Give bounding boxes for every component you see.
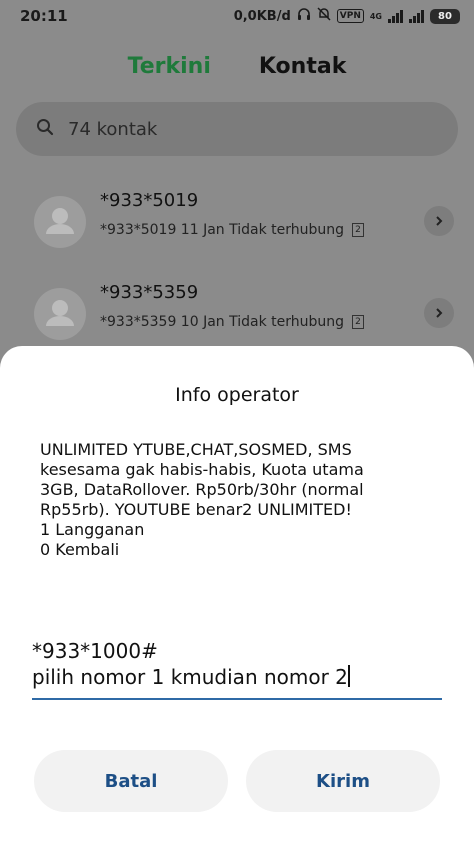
- avatar: [34, 196, 86, 248]
- contact-name: *933*5359: [100, 282, 199, 303]
- contact-detail-button[interactable]: [424, 298, 454, 328]
- contact-detail-text: *933*5359 10 Jan Tidak terhubung: [100, 314, 345, 330]
- network-type: 4G: [369, 11, 382, 21]
- vpn-icon: VPN: [336, 9, 364, 23]
- avatar: [34, 288, 86, 340]
- operator-info-dialog: Info operator UNLIMITED YTUBE,CHAT,SOSME…: [0, 346, 474, 842]
- signal-2-icon: [409, 9, 424, 23]
- message-line: 0 Kembali: [40, 540, 120, 559]
- headset-icon: [297, 7, 311, 25]
- contact-name: *933*5019: [100, 190, 199, 211]
- dialog-message: UNLIMITED YTUBE,CHAT,SOSMED, SMS kesesam…: [40, 440, 440, 560]
- dialog-title: Info operator: [175, 384, 299, 406]
- message-line: Rp55rb). YOUTUBE benar2 UNLIMITED!: [40, 500, 352, 519]
- contact-detail-button[interactable]: [424, 206, 454, 236]
- person-icon: [46, 300, 74, 326]
- cancel-button[interactable]: Batal: [34, 750, 228, 812]
- text-cursor: [347, 665, 350, 687]
- chevron-right-icon: [436, 216, 443, 226]
- chevron-right-icon: [436, 308, 443, 318]
- contact-detail: *933*5019 11 Jan Tidak terhubung 2: [100, 222, 365, 238]
- search-bar[interactable]: 74 kontak: [16, 102, 458, 156]
- status-bar: 20:11 0,0KB/d VPN 4G 80: [0, 0, 474, 32]
- sim-badge: 2: [352, 223, 365, 237]
- search-input[interactable]: 74 kontak: [68, 119, 157, 140]
- tab-bar: Terkini Kontak: [0, 54, 474, 84]
- contact-detail-text: *933*5019 11 Jan Tidak terhubung: [100, 222, 345, 238]
- battery-icon: 80: [430, 8, 460, 24]
- tab-recent[interactable]: Terkini: [128, 54, 211, 84]
- message-line: 1 Langganan: [40, 520, 145, 539]
- contact-detail: *933*5359 10 Jan Tidak terhubung 2: [100, 314, 365, 330]
- signal-icon: [388, 9, 403, 23]
- message-line: 3GB, DataRollover. Rp50rb/30hr (normal: [40, 480, 364, 499]
- reply-input[interactable]: *933*1000# pilih nomor 1 kmudian nomor 2: [32, 638, 442, 700]
- send-button[interactable]: Kirim: [246, 750, 440, 812]
- search-icon: [36, 118, 54, 140]
- person-icon: [46, 208, 74, 234]
- data-rate: 0,0KB/d: [233, 8, 291, 24]
- input-line-1: *933*1000#: [32, 639, 158, 663]
- sim-badge: 2: [352, 315, 365, 329]
- status-time: 20:11: [20, 7, 68, 25]
- mute-bell-icon: [317, 7, 331, 25]
- tab-contacts[interactable]: Kontak: [259, 54, 346, 84]
- message-line: UNLIMITED YTUBE,CHAT,SOSMED, SMS: [40, 440, 352, 459]
- input-line-2-text: pilih nomor 1 kmudian nomor 2: [32, 665, 348, 689]
- input-line-2: pilih nomor 1 kmudian nomor 2: [32, 664, 442, 690]
- list-item[interactable]: *933*5019 *933*5019 11 Jan Tidak terhubu…: [0, 186, 474, 266]
- status-icons: 0,0KB/d VPN 4G 80: [234, 7, 460, 25]
- message-line: kesesama gak habis-habis, Kuota utama: [40, 460, 364, 479]
